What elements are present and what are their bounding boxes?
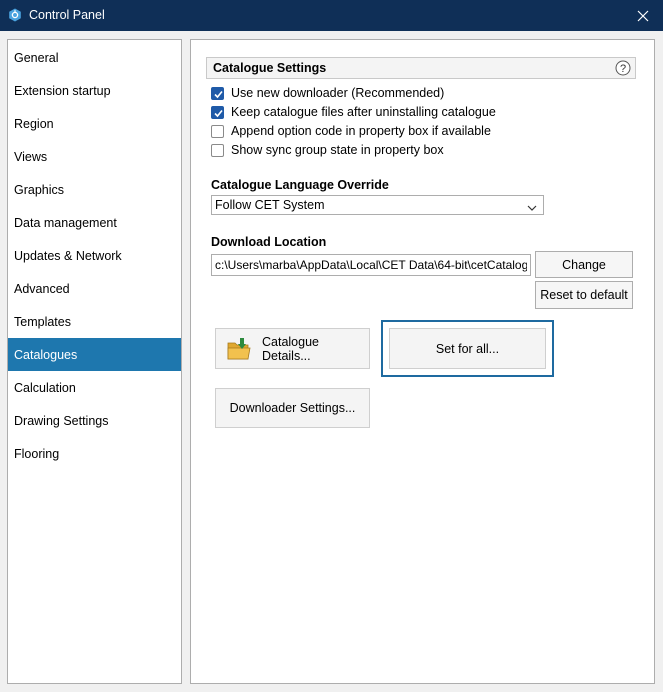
sidebar-item-extension-startup[interactable]: Extension startup <box>8 74 181 107</box>
sidebar-item-advanced[interactable]: Advanced <box>8 272 181 305</box>
set-for-all-button[interactable]: Set for all... <box>389 328 546 369</box>
sidebar-item-views[interactable]: Views <box>8 140 181 173</box>
checkbox-checked-icon <box>211 86 224 100</box>
app-icon <box>8 8 22 22</box>
checkbox-label: Show sync group state in property box <box>231 143 444 157</box>
language-override-select[interactable]: Follow CET System <box>211 195 544 215</box>
checkbox-label: Use new downloader (Recommended) <box>231 86 445 100</box>
checkbox-label: Keep catalogue files after uninstalling … <box>231 105 496 119</box>
sidebar-item-flooring[interactable]: Flooring <box>8 437 181 470</box>
sidebar-item-graphics[interactable]: Graphics <box>8 173 181 206</box>
catalogue-folder-icon <box>226 337 252 363</box>
change-button[interactable]: Change <box>535 251 633 278</box>
sidebar-item-data-management[interactable]: Data management <box>8 206 181 239</box>
checkbox-label: Append option code in property box if av… <box>231 124 491 138</box>
title-bar: Control Panel <box>0 0 663 31</box>
svg-text:?: ? <box>620 63 626 75</box>
sidebar-item-templates[interactable]: Templates <box>8 305 181 338</box>
checkbox-unchecked-icon <box>211 143 224 157</box>
show-sync-group-checkbox[interactable]: Show sync group state in property box <box>211 141 444 159</box>
checkbox-unchecked-icon <box>211 124 224 138</box>
close-button[interactable] <box>623 0 663 31</box>
section-title: Catalogue Settings <box>213 61 327 75</box>
sidebar-item-calculation[interactable]: Calculation <box>8 371 181 404</box>
downloader-settings-button[interactable]: Downloader Settings... <box>215 388 370 428</box>
catalogue-details-button[interactable]: Catalogue Details... <box>215 328 370 369</box>
append-option-code-checkbox[interactable]: Append option code in property box if av… <box>211 122 491 140</box>
download-location-input[interactable] <box>211 254 531 276</box>
sidebar-item-drawing-settings[interactable]: Drawing Settings <box>8 404 181 437</box>
sidebar-item-catalogues[interactable]: Catalogues <box>8 338 181 371</box>
use-new-downloader-checkbox[interactable]: Use new downloader (Recommended) <box>211 84 444 102</box>
language-override-label: Catalogue Language Override <box>211 178 389 192</box>
keep-catalogue-files-checkbox[interactable]: Keep catalogue files after uninstalling … <box>211 103 496 121</box>
sidebar-item-general[interactable]: General <box>8 41 181 74</box>
sidebar: General Extension startup Region Views G… <box>7 39 182 684</box>
download-location-label: Download Location <box>211 235 327 249</box>
checkbox-checked-icon <box>211 105 224 119</box>
sidebar-item-region[interactable]: Region <box>8 107 181 140</box>
section-header: Catalogue Settings ? <box>206 57 636 79</box>
window-title: Control Panel <box>29 8 105 22</box>
chevron-down-icon <box>527 201 537 215</box>
select-value: Follow CET System <box>215 198 325 212</box>
sidebar-item-updates-network[interactable]: Updates & Network <box>8 239 181 272</box>
control-panel-window: Control Panel General Extension startup … <box>0 0 663 692</box>
reset-to-default-button[interactable]: Reset to default <box>535 281 633 309</box>
close-icon <box>637 10 649 21</box>
catalogues-settings-panel: Catalogue Settings ? Use new downloader … <box>190 39 655 684</box>
help-icon[interactable]: ? <box>615 60 631 76</box>
